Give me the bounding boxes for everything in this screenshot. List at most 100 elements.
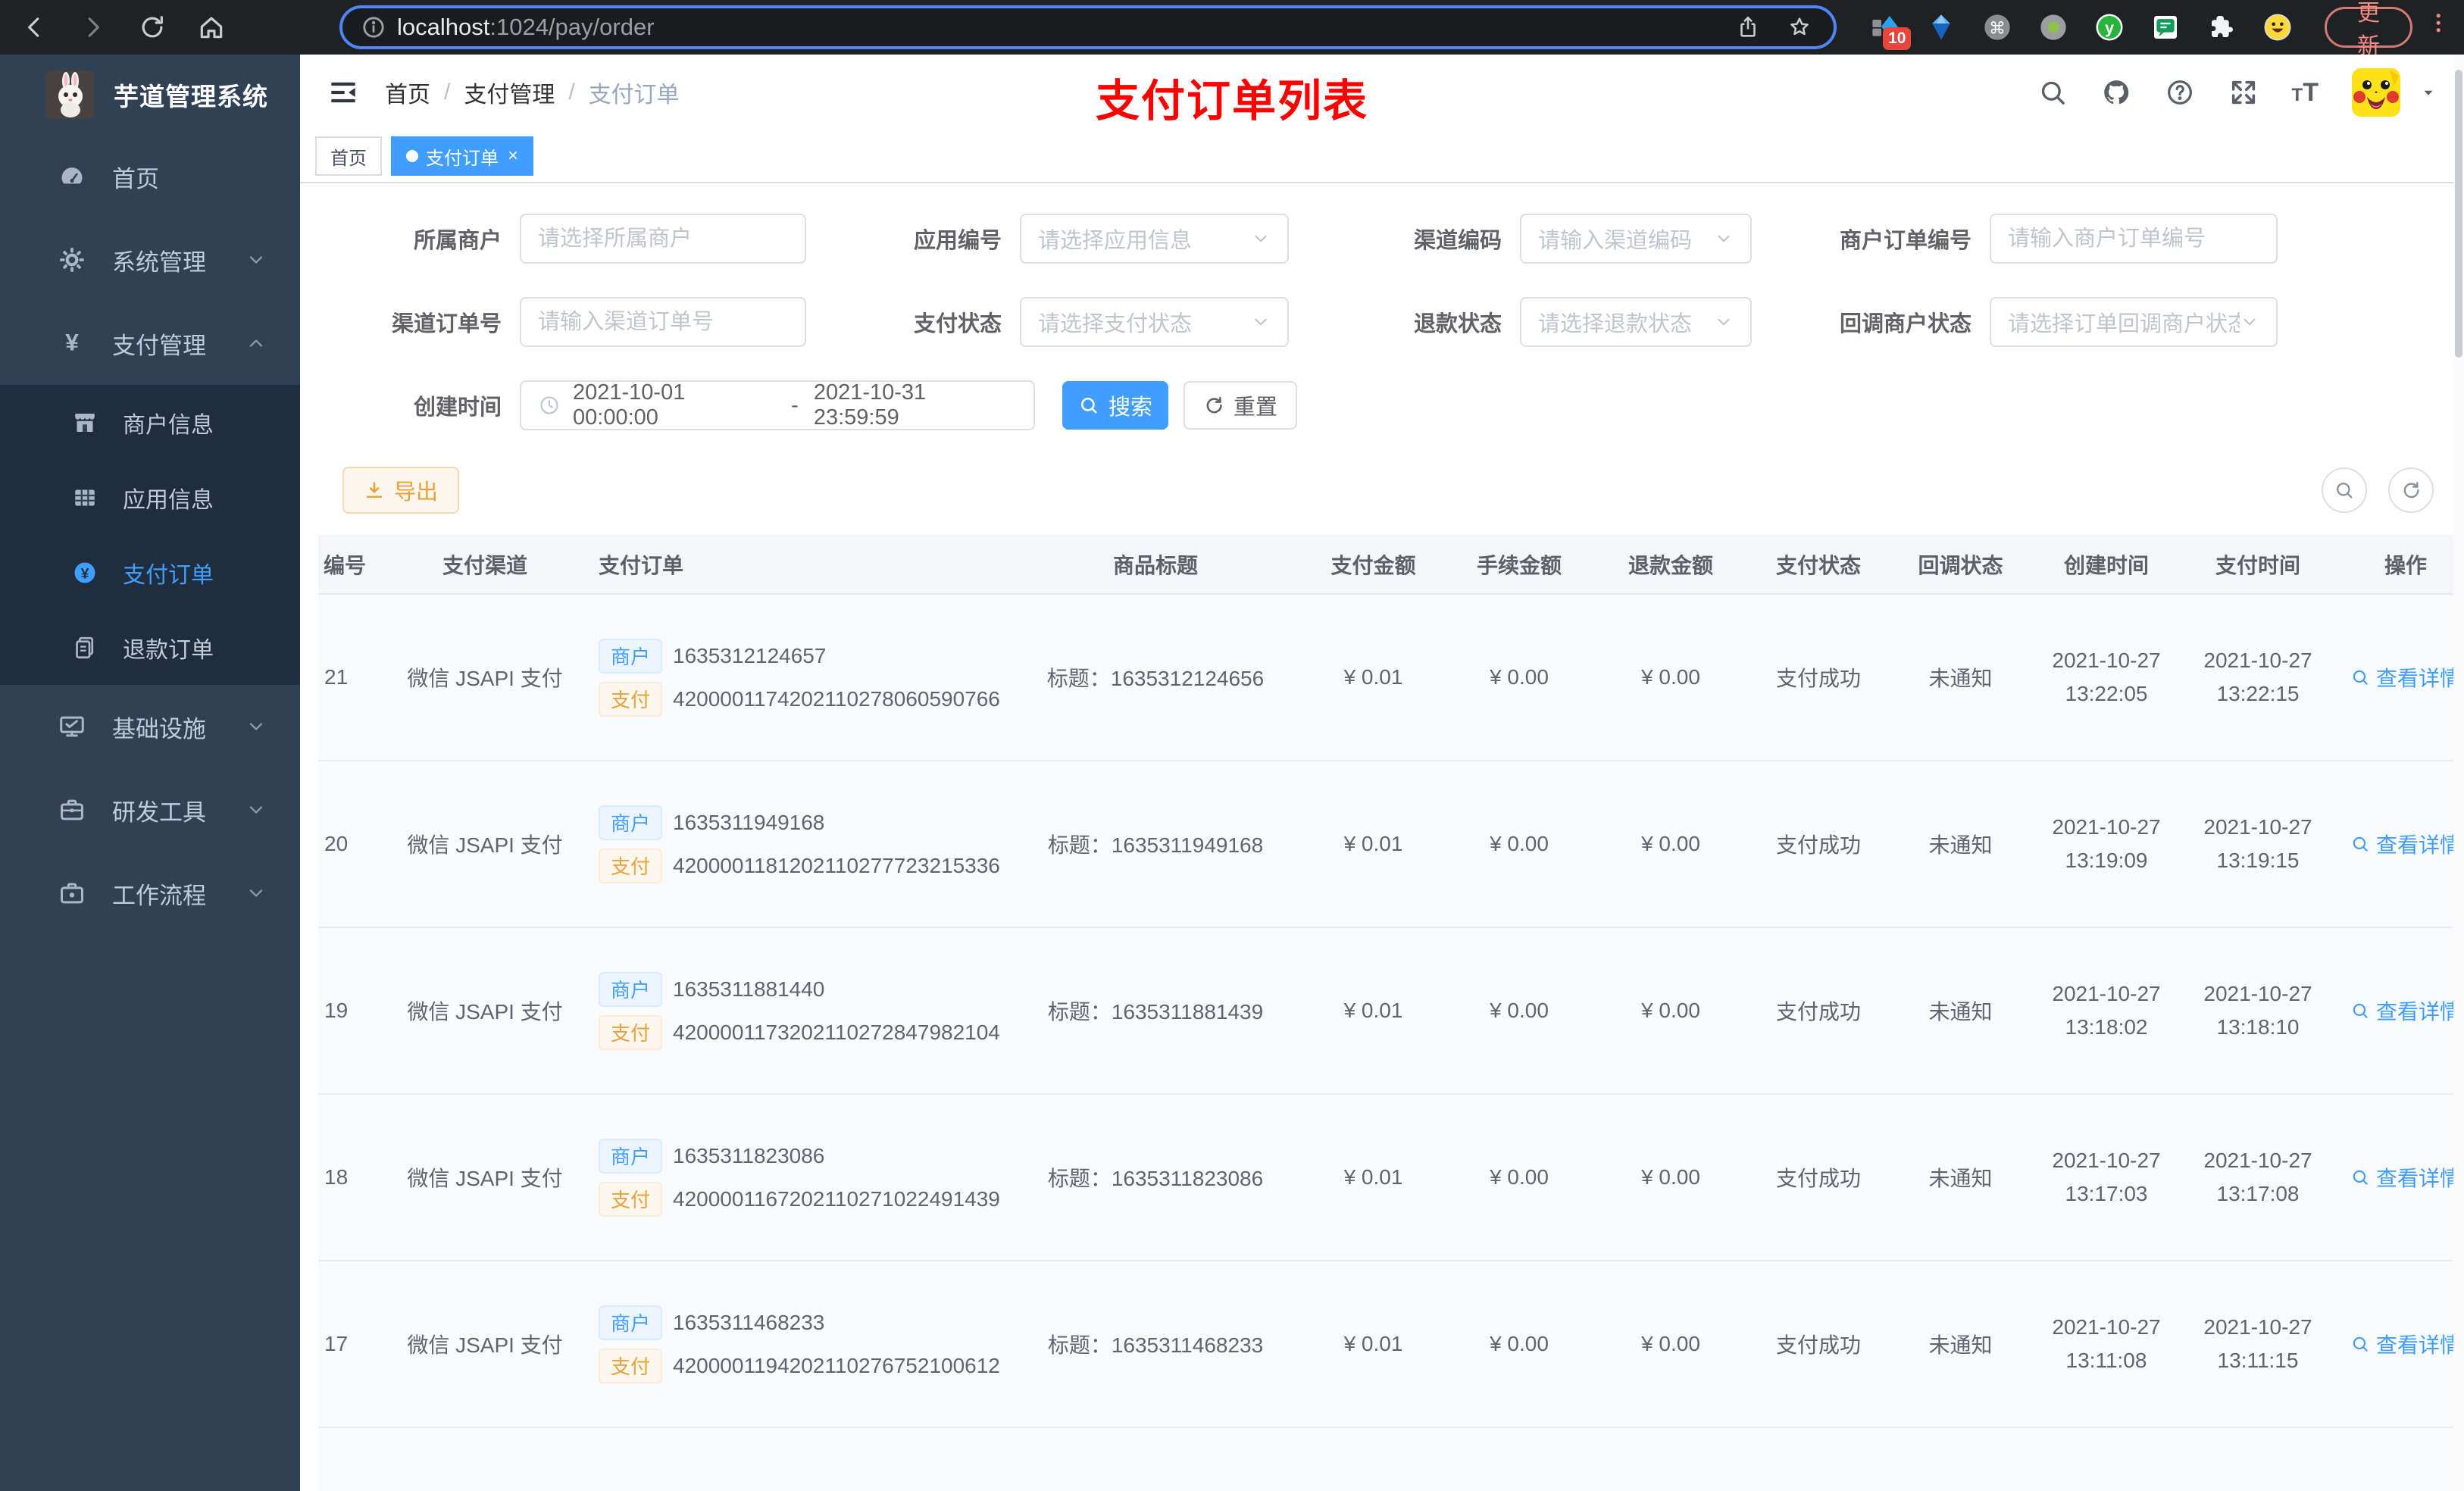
fullscreen-icon[interactable]	[2228, 77, 2259, 108]
emoji-profile-icon[interactable]	[2261, 11, 2294, 44]
sidebar-item-0[interactable]: 首页	[0, 135, 300, 218]
scrollbar-thumb[interactable]	[2455, 70, 2462, 358]
filter-select-1-3[interactable]: 请选择订单回调商户状态	[1990, 297, 2278, 347]
sidebar-item-label: 退款订单	[123, 637, 214, 663]
filter-select-0-2[interactable]: 请输入渠道编码	[1520, 214, 1752, 264]
y-extension-icon[interactable]: y	[2093, 11, 2126, 44]
bookmark-star-icon[interactable]	[1787, 14, 1812, 40]
view-detail-link[interactable]: 查看详情	[2350, 996, 2461, 1026]
chat-extension-icon[interactable]	[2149, 11, 2182, 44]
filter-input-0-0[interactable]	[520, 214, 806, 264]
collapse-sidebar-icon[interactable]	[327, 77, 359, 108]
merchant-tag: 商户	[599, 971, 663, 1007]
cell-amount: ¥ 0.01	[1303, 1261, 1443, 1428]
avatar-caret-icon[interactable]	[2420, 84, 2437, 101]
select-placeholder: 请输入渠道编码	[1538, 229, 1693, 253]
gem-extension-icon[interactable]	[1925, 11, 1958, 44]
sidebar-item-4[interactable]: 应用信息	[0, 460, 300, 535]
cell-amount: ¥ 0.01	[1303, 761, 1443, 928]
reset-button[interactable]: 重置	[1184, 381, 1297, 430]
browser-forward-icon[interactable]	[79, 13, 108, 42]
tab-0[interactable]: 首页	[315, 136, 382, 176]
chevron-down-icon	[245, 799, 267, 821]
filter-item: 退款状态 请选择退款状态	[1297, 297, 1752, 347]
share-icon[interactable]	[1735, 14, 1761, 40]
export-button[interactable]: 导出	[342, 467, 460, 514]
filter-item: 所属商户	[342, 214, 827, 264]
sidebar-item-2[interactable]: ¥ 支付管理	[0, 302, 300, 385]
yen-circle-icon: ¥	[71, 559, 98, 586]
search-button[interactable]: 搜索	[1062, 381, 1168, 430]
merchant-tag: 商户	[599, 1305, 663, 1340]
sidebar-item-6[interactable]: 退款订单	[0, 610, 300, 685]
view-detail-link[interactable]: 查看详情	[2350, 1329, 2461, 1359]
sidebar-item-1[interactable]: 系统管理	[0, 218, 300, 302]
cell-pay-time: 2021-10-27 13:17:08	[2182, 1094, 2334, 1261]
filter-row-0: 所属商户 应用编号 请选择应用信息 渠道编码 请输入渠道编码 商户订单编号	[300, 214, 2464, 264]
create-time-range-picker[interactable]: 2021-10-01 00:00:00 - 2021-10-31 23:59:5…	[520, 380, 1035, 430]
merchant-order-line: 商户 1635311881440	[599, 971, 1008, 1007]
browser-back-icon[interactable]	[20, 13, 48, 42]
sidebar-item-9[interactable]: 工作流程	[0, 852, 300, 935]
toggle-search-button[interactable]	[2322, 467, 2367, 513]
view-detail-link[interactable]: 查看详情	[2350, 1162, 2461, 1192]
pay-order-no: 4200001173202110272847982104	[673, 1020, 1000, 1044]
filter-input-0-3[interactable]	[1990, 214, 2278, 264]
cell-notify: 未通知	[1890, 594, 2031, 761]
site-info-icon[interactable]	[361, 14, 386, 40]
user-avatar[interactable]	[2352, 68, 2400, 117]
blue-diamond-extension-icon[interactable]: 10	[1868, 11, 1912, 50]
cell-status: 支付成功	[1746, 761, 1890, 928]
window-scrollbar[interactable]	[2453, 55, 2464, 1491]
cell-title: 标题：1635311881439	[1008, 927, 1303, 1095]
pay-order-no: 4200001194202110276752100612	[673, 1353, 1000, 1377]
filter-select-1-2[interactable]: 请选择退款状态	[1520, 297, 1752, 347]
header-search-icon[interactable]	[2037, 77, 2068, 108]
browser-reload-icon[interactable]	[138, 13, 167, 42]
extension-badge: 10	[1883, 27, 1912, 50]
filter-input-1-0[interactable]	[520, 297, 806, 347]
sidebar-item-8[interactable]: 研发工具	[0, 768, 300, 852]
breadcrumb-item[interactable]: 支付管理	[464, 76, 555, 109]
merchant-tag: 商户	[599, 638, 663, 674]
sidebar-item-5[interactable]: ¥ 支付订单	[0, 535, 300, 610]
tab-1[interactable]: 支付订单 ×	[391, 136, 534, 176]
view-detail-link[interactable]: 查看详情	[2350, 662, 2461, 692]
browser-menu-icon[interactable]	[2426, 11, 2450, 44]
search-button-label: 搜索	[1108, 395, 1152, 420]
puzzle-extensions-icon[interactable]	[2205, 11, 2238, 44]
app-logo[interactable]: 芋道管理系统	[0, 55, 300, 135]
filter-select-1-1[interactable]: 请选择支付状态	[1020, 297, 1289, 347]
filter-input-field[interactable]	[538, 309, 788, 335]
update-button[interactable]: 更新	[2325, 1, 2412, 59]
filter-item: 回调商户状态 请选择订单回调商户状态	[1752, 297, 2328, 347]
record-extension-icon[interactable]	[2037, 11, 2070, 44]
sidebar-item-7[interactable]: 基础设施	[0, 685, 300, 768]
cell-create-time: 2021-10-27 13:19:09	[2031, 761, 2182, 928]
browser-home-icon[interactable]	[197, 13, 226, 42]
cell-title: 标题：1635312124656	[1008, 594, 1303, 761]
breadcrumb-item[interactable]: 首页	[385, 76, 430, 109]
column-header-6: 退款金额	[1595, 535, 1746, 595]
pay-order-line: 支付 4200001194202110276752100612	[599, 1348, 1008, 1383]
sidebar-item-3[interactable]: 商户信息	[0, 385, 300, 460]
help-icon[interactable]	[2165, 77, 2195, 108]
url-host: localhost	[397, 14, 490, 40]
command-extension-icon[interactable]: ⌘	[1981, 11, 2014, 44]
merchant-order-no: 1635311468233	[673, 1310, 825, 1334]
clock-icon	[538, 394, 561, 417]
sidebar-item-label: 支付订单	[123, 562, 214, 588]
column-header-8: 回调状态	[1890, 535, 2031, 595]
filter-input-field[interactable]	[2008, 226, 2259, 252]
cell-title: 标题：1635311949168	[1008, 761, 1303, 928]
close-tab-icon[interactable]: ×	[508, 145, 518, 167]
filter-label: 所属商户	[413, 229, 502, 253]
github-icon[interactable]	[2101, 77, 2131, 108]
refresh-table-button[interactable]	[2388, 467, 2434, 513]
url-bar[interactable]: localhost:1024/pay/order	[339, 5, 1837, 49]
cell-notify: 未通知	[1890, 761, 2031, 928]
font-size-icon[interactable]: TT	[2292, 78, 2319, 108]
filter-select-0-1[interactable]: 请选择应用信息	[1020, 214, 1289, 264]
view-detail-link[interactable]: 查看详情	[2350, 829, 2461, 859]
filter-input-field[interactable]	[538, 226, 788, 252]
